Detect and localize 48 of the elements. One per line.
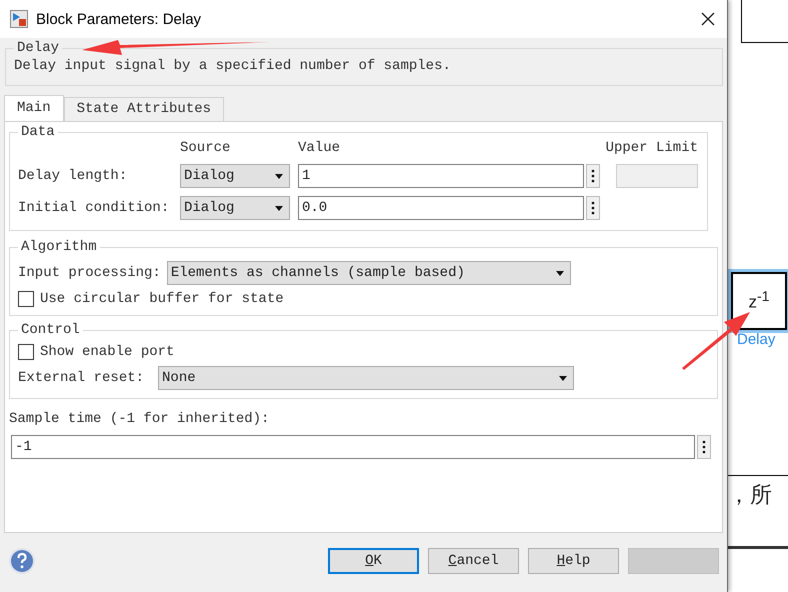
dialog-button[interactable]: OK xyxy=(328,548,419,574)
block xyxy=(741,0,788,43)
column-header: Upper Limit xyxy=(604,140,698,156)
help-icon[interactable] xyxy=(8,546,36,574)
sample-time-field[interactable]: -1 xyxy=(11,435,695,459)
delay-block[interactable]: z$^{-1}$ xyxy=(731,272,787,330)
value-field[interactable]: 1 xyxy=(298,164,584,188)
field-label: External reset: xyxy=(18,370,144,386)
dialog-button[interactable]: Cancel xyxy=(428,548,519,574)
checkbox-label: Use circular buffer for state xyxy=(40,291,284,307)
source-dropdown[interactable]: Dialog xyxy=(180,164,290,188)
more-button[interactable] xyxy=(697,435,711,459)
more-button[interactable] xyxy=(586,164,600,188)
checkbox-label: Show enable port xyxy=(40,344,174,360)
window-title: Block Parameters: Delay xyxy=(36,10,202,28)
field-label: Sample time (-1 for inherited): xyxy=(9,411,270,427)
group-title: Algorithm xyxy=(20,239,98,255)
group-title: Data xyxy=(20,124,56,140)
tab[interactable]: Main xyxy=(4,95,64,121)
block-icon xyxy=(10,10,28,28)
input-processing-dropdown[interactable]: Elements as channels (sample based) xyxy=(166,261,571,285)
checkbox[interactable] xyxy=(18,344,34,360)
source-dropdown[interactable]: Dialog xyxy=(180,196,290,220)
caret-icon xyxy=(275,174,283,178)
more-icon xyxy=(591,169,595,183)
checkbox[interactable] xyxy=(18,291,34,307)
close-icon[interactable] xyxy=(701,12,715,26)
group-title: Control xyxy=(20,322,81,338)
column-header: Value xyxy=(297,140,342,156)
upper-limit-field[interactable] xyxy=(616,164,698,188)
caret-icon xyxy=(556,270,564,276)
block-name: Delay xyxy=(16,40,60,56)
more-icon xyxy=(702,440,706,454)
more-button[interactable] xyxy=(586,196,600,220)
field-label: Delay length: xyxy=(18,168,128,184)
column-header: Source xyxy=(180,140,232,156)
block-label: Delay xyxy=(737,331,776,348)
external-reset-dropdown[interactable]: None xyxy=(158,366,574,390)
field-label: Initial condition: xyxy=(18,200,170,216)
caret-icon xyxy=(275,206,283,210)
value-field[interactable]: 0.0 xyxy=(298,196,584,220)
block-description: Delay input signal by a specified number of samples. xyxy=(14,58,452,74)
field-label: Input processing: xyxy=(18,265,161,281)
dialog-button[interactable]: Help xyxy=(528,548,619,574)
caret-icon xyxy=(559,376,568,380)
document-text: ，所 xyxy=(728,475,788,549)
tab[interactable]: State Attributes xyxy=(64,97,224,121)
more-icon xyxy=(591,201,595,215)
